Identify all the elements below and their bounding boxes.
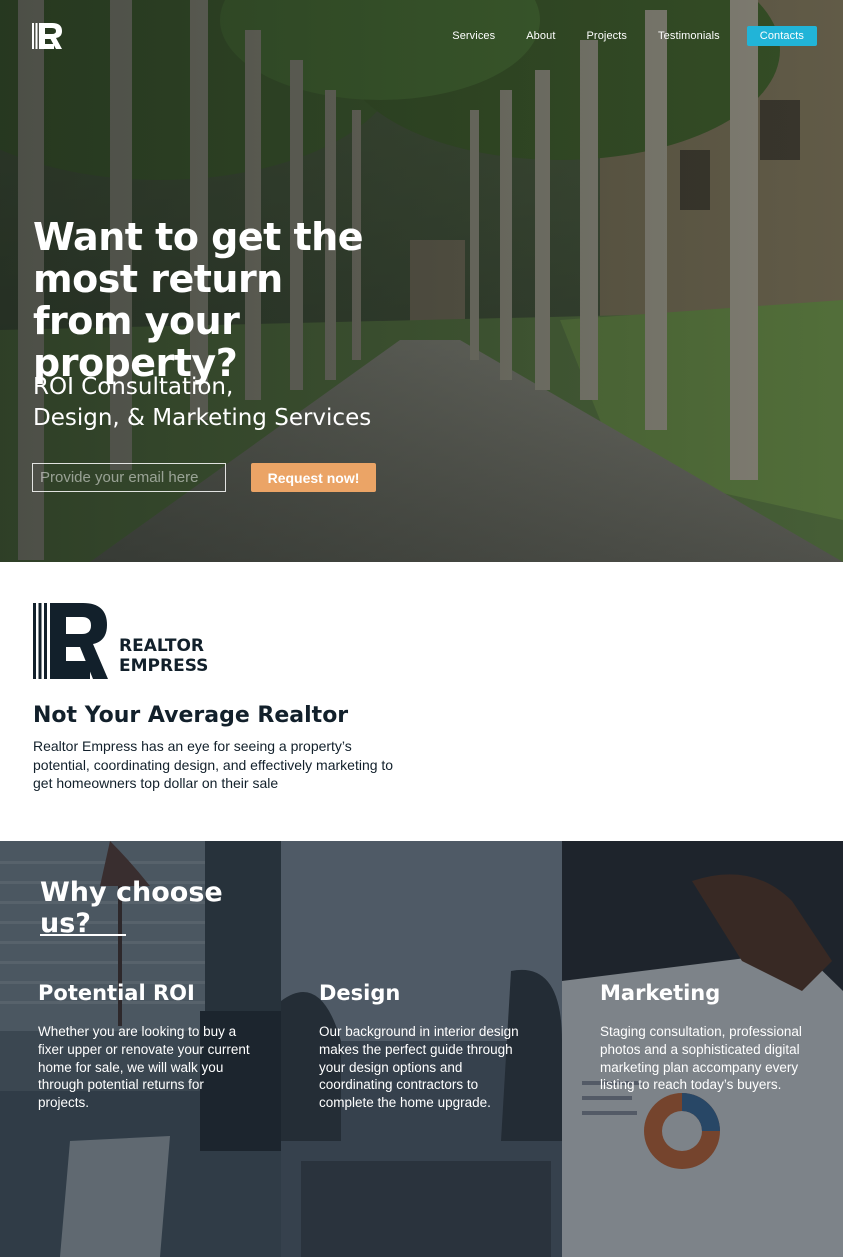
feature-title-marketing: Marketing xyxy=(600,981,721,1005)
why-choose-us-section: Why choose us? Potential ROI Whether you… xyxy=(0,841,843,1257)
hero-subtitle: ROI Consultation, Design, & Marketing Se… xyxy=(33,372,433,434)
realtor-empress-logo: REALTOR EMPRESS xyxy=(33,603,208,679)
feature-column-roi: Why choose us? Potential ROI Whether you… xyxy=(0,841,281,1257)
contacts-button[interactable]: Contacts xyxy=(746,26,817,46)
feature-title-roi: Potential ROI xyxy=(38,981,195,1005)
request-now-button[interactable]: Request now! xyxy=(251,463,376,492)
nav-link-services[interactable]: Services xyxy=(452,30,495,42)
feature-text-design: Our background in interior design makes … xyxy=(319,1024,519,1111)
nav-link-about[interactable]: About xyxy=(526,30,555,42)
feature-text-marketing: Staging consultation, professional photo… xyxy=(600,1024,802,1093)
hero-subtitle-line1: ROI Consultation, xyxy=(33,374,234,400)
feature-column-design: Design Our background in interior design… xyxy=(281,841,562,1257)
about-description: Realtor Empress has an eye for seeing a … xyxy=(33,738,394,791)
hero-section: Services About Projects Testimonials Con… xyxy=(0,0,843,562)
logo-text-empress: EMPRESS xyxy=(119,656,208,676)
feature-text-roi: Whether you are looking to buy a fixer u… xyxy=(38,1024,250,1111)
logo-text-realtor: REALTOR xyxy=(119,636,204,656)
main-nav: Services About Projects Testimonials Con… xyxy=(421,26,817,46)
email-input[interactable] xyxy=(32,463,226,492)
about-heading: Not Your Average Realtor xyxy=(33,703,349,728)
nav-link-testimonials[interactable]: Testimonials xyxy=(658,30,720,42)
feature-title-design: Design xyxy=(319,981,401,1005)
why-choose-us-title: Why choose us? xyxy=(40,877,223,939)
hero-title: Want to get the most return from your pr… xyxy=(33,215,364,385)
feature-column-marketing: Marketing Staging consultation, professi… xyxy=(562,841,843,1257)
nav-link-projects[interactable]: Projects xyxy=(587,30,628,42)
title-underline xyxy=(40,934,126,936)
brand-logo-icon[interactable] xyxy=(32,20,64,52)
hero-subtitle-line2: Design, & Marketing Services xyxy=(33,405,372,431)
